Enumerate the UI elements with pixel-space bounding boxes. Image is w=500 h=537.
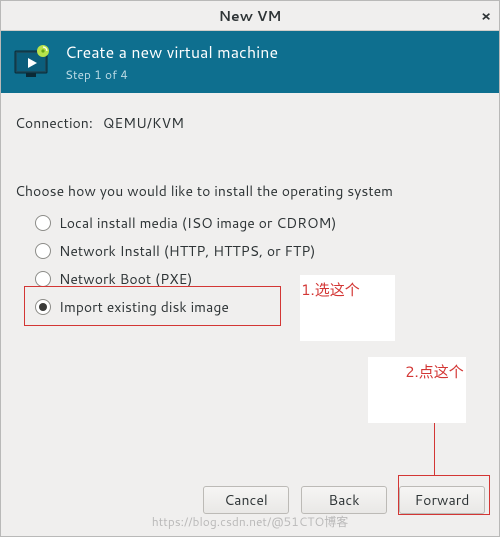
option-label: Network Install (HTTP, HTTPS, or FTP) <box>59 241 315 261</box>
option-network-boot[interactable]: Network Boot (PXE) <box>33 265 485 293</box>
close-icon[interactable]: × <box>481 6 491 26</box>
option-local-install[interactable]: Local install media (ISO image or CDROM) <box>33 209 485 237</box>
vm-monitor-icon <box>13 45 53 79</box>
radio-icon <box>35 271 51 287</box>
wizard-step: Step 1 of 4 <box>65 66 278 83</box>
option-network-install[interactable]: Network Install (HTTP, HTTPS, or FTP) <box>33 237 485 265</box>
annotation-connector-line <box>434 423 435 475</box>
cancel-button[interactable]: Cancel <box>203 486 289 514</box>
install-options: Local install media (ISO image or CDROM)… <box>33 209 485 321</box>
connection-label: Connection: <box>15 113 93 133</box>
wizard-button-bar: Cancel Back Forward <box>203 486 485 514</box>
wizard-title: Create a new virtual machine <box>65 41 278 64</box>
connection-value: QEMU/KVM <box>103 113 184 133</box>
option-label: Network Boot (PXE) <box>59 269 192 289</box>
annotation-white-box-2 <box>368 357 466 423</box>
titlebar: New VM × <box>1 1 499 31</box>
window-title: New VM <box>219 6 282 26</box>
option-import-disk[interactable]: Import existing disk image <box>33 293 485 321</box>
option-label: Import existing disk image <box>59 297 229 317</box>
connection-row: Connection: QEMU/KVM <box>15 113 485 133</box>
radio-icon <box>35 299 51 315</box>
radio-icon <box>35 243 51 259</box>
install-prompt: Choose how you would like to install the… <box>15 181 485 201</box>
radio-icon <box>35 215 51 231</box>
watermark-text: https://blog.csdn.net/@51CTO博客 <box>152 513 348 530</box>
back-button[interactable]: Back <box>301 486 387 514</box>
option-label: Local install media (ISO image or CDROM) <box>59 213 336 233</box>
wizard-body: Connection: QEMU/KVM Choose how you woul… <box>1 93 499 321</box>
forward-button[interactable]: Forward <box>399 486 485 514</box>
wizard-header: Create a new virtual machine Step 1 of 4 <box>1 31 499 93</box>
wizard-header-text: Create a new virtual machine Step 1 of 4 <box>65 41 278 83</box>
annotation-hint-2: 2.点这个 <box>405 361 464 382</box>
